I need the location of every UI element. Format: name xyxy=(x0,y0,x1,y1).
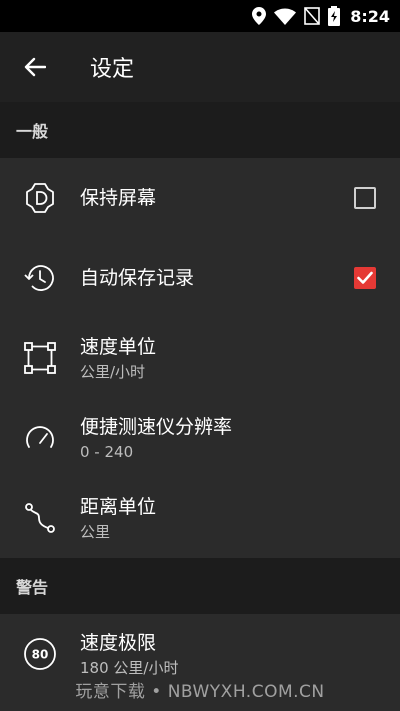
back-button[interactable] xyxy=(0,32,70,102)
speed-limit-80-icon: 80 xyxy=(24,638,56,670)
setting-title: 速度单位 xyxy=(80,335,157,358)
setting-title: 速度极限 xyxy=(80,631,157,654)
watermark: 玩意下载 • NBWYXH.COM.CN xyxy=(75,682,325,702)
setting-title: 自动保存记录 xyxy=(80,267,195,289)
setting-speedometer-resolution[interactable]: 便捷测速仪分辨率 0 - 240 xyxy=(0,398,400,478)
keep-screen-checkbox[interactable] xyxy=(330,158,400,238)
setting-value: 0 - 240 xyxy=(80,442,134,461)
setting-title: 距离单位 xyxy=(80,495,157,518)
setting-distance-unit[interactable]: 距离单位 公里 xyxy=(0,478,400,558)
setting-title: 便捷测速仪分辨率 xyxy=(80,415,233,438)
no-signal-icon xyxy=(304,7,321,25)
speedometer-icon xyxy=(26,426,54,448)
history-icon xyxy=(24,265,54,291)
section-header-warning: 警告 xyxy=(0,558,400,614)
auto-save-checkbox[interactable] xyxy=(330,238,400,318)
status-bar: 8:24 xyxy=(0,0,400,32)
arrow-back-icon xyxy=(24,57,46,77)
setting-speed-unit[interactable]: 速度单位 公里/小时 xyxy=(0,318,400,398)
setting-auto-save[interactable]: 自动保存记录 xyxy=(0,238,400,318)
setting-value: 公里 xyxy=(80,522,111,541)
battery-charging-icon xyxy=(328,6,341,26)
screen-brightness-icon xyxy=(26,183,54,213)
checkbox-unchecked[interactable] xyxy=(354,187,376,209)
page-title: 设定 xyxy=(90,57,135,82)
setting-title: 保持屏幕 xyxy=(80,187,157,209)
vector-square-icon xyxy=(24,342,56,374)
checkmark-icon xyxy=(357,271,373,284)
section-header-general: 一般 xyxy=(0,102,400,158)
checkbox-checked[interactable] xyxy=(354,267,376,289)
location-icon xyxy=(252,7,267,25)
wifi-icon xyxy=(274,8,297,25)
setting-keep-screen[interactable]: 保持屏幕 xyxy=(0,158,400,238)
setting-value: 180 公里/小时 xyxy=(80,658,179,677)
status-time: 8:24 xyxy=(350,6,390,26)
app-bar: 设定 xyxy=(0,32,400,102)
setting-value: 公里/小时 xyxy=(80,362,146,381)
route-icon xyxy=(25,503,55,533)
speed-limit-badge: 80 xyxy=(32,648,49,662)
